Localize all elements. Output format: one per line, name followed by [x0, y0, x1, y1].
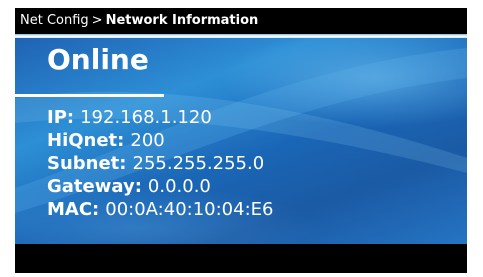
info-row-subnet: Subnet: 255.255.255.0 — [47, 152, 264, 176]
breadcrumb-separator: > — [91, 13, 103, 28]
gateway-label: Gateway: — [47, 176, 142, 197]
mac-label: MAC: — [47, 199, 100, 220]
title-bar: Net Config > Network Information — [15, 8, 467, 34]
ip-value: 192.168.1.120 — [80, 107, 212, 128]
network-info-panel: Online IP: 192.168.1.120 HiQnet: 200 Subne… — [15, 38, 467, 244]
gateway-value: 0.0.0.0 — [147, 176, 211, 197]
hiqnet-label: HiQnet: — [47, 130, 125, 151]
bottom-bar — [15, 244, 467, 273]
info-row-mac: MAC: 00:0A:40:10:04:E6 — [47, 198, 273, 222]
device-screen: Net Config > Network Information Online IP… — [15, 8, 467, 273]
connection-status: Online — [47, 43, 149, 76]
subnet-value: 255.255.255.0 — [132, 153, 265, 174]
info-row-ip: IP: 192.168.1.120 — [47, 106, 212, 130]
status-underline — [15, 94, 164, 97]
breadcrumb-parent[interactable]: Net Config — [20, 13, 89, 28]
info-row-gateway: Gateway: 0.0.0.0 — [47, 175, 211, 199]
mac-value: 00:0A:40:10:04:E6 — [105, 199, 274, 220]
hiqnet-value: 200 — [130, 130, 165, 151]
subnet-label: Subnet: — [47, 153, 127, 174]
ip-label: IP: — [47, 107, 75, 128]
info-row-hiqnet: HiQnet: 200 — [47, 129, 165, 153]
breadcrumb-current: Network Information — [105, 13, 259, 28]
